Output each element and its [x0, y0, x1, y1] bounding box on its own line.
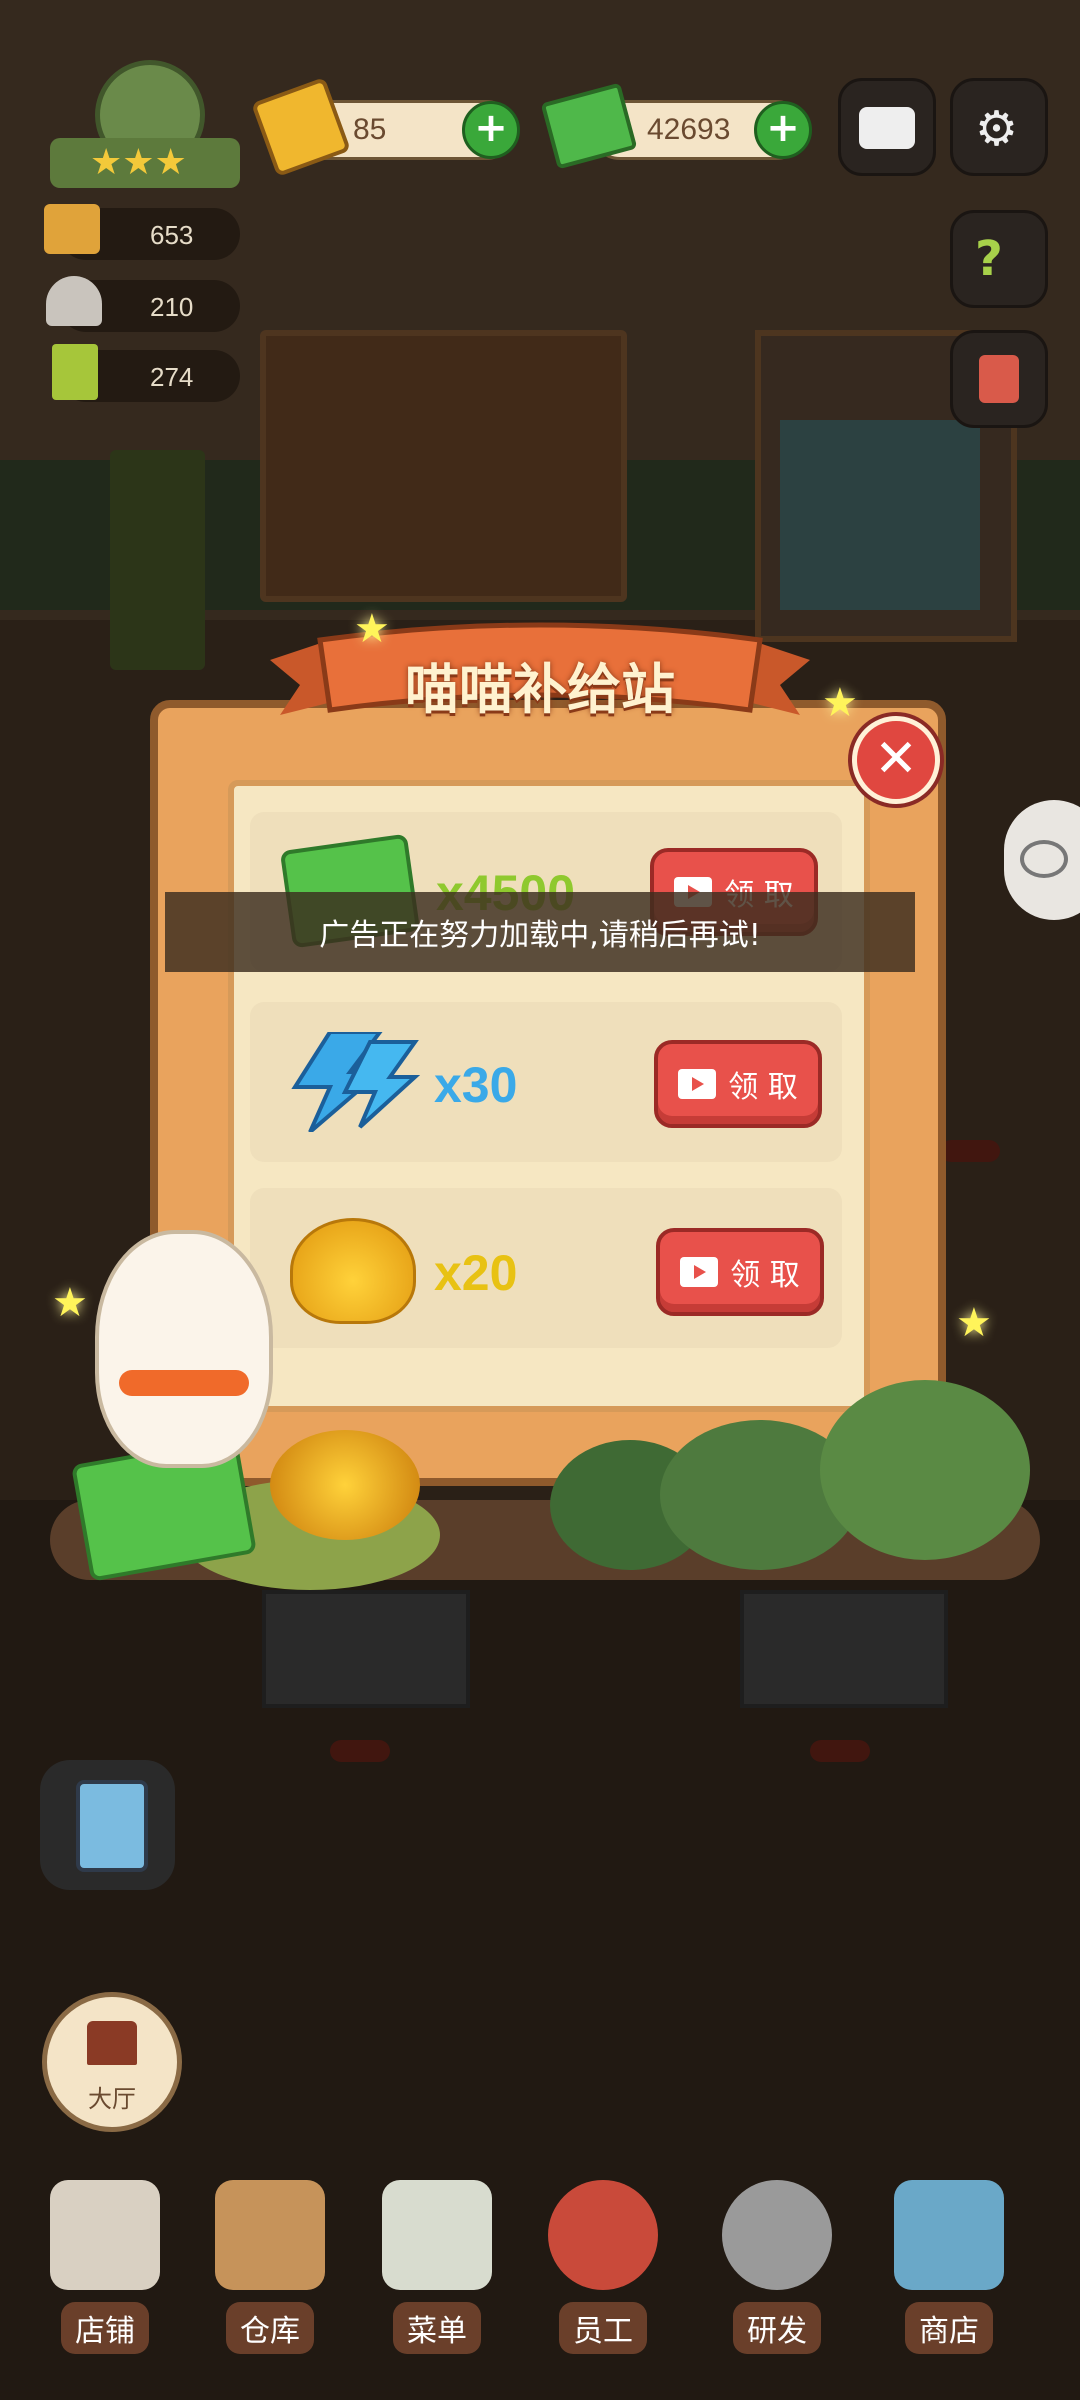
ad-loading-toast: 广告正在努力加载中,请稍后再试! — [165, 892, 915, 972]
gem-count: 85 — [353, 113, 387, 146]
chat-icon — [1020, 840, 1068, 878]
notice-icon — [979, 355, 1019, 403]
wok-research-icon — [722, 2180, 832, 2290]
nav-research[interactable]: 研发 — [712, 2180, 842, 2380]
stat-service-value: 210 — [150, 292, 194, 322]
cash-count: 42693 — [647, 113, 731, 146]
lightning-icon — [291, 1032, 420, 1132]
help-book-button[interactable]: ? — [950, 210, 1048, 308]
menu-clipboard-icon — [382, 2180, 492, 2290]
hall-button[interactable]: 大厅 — [42, 1992, 182, 2132]
claim-gold-button[interactable]: 领 取 — [656, 1228, 824, 1316]
hall-icon — [87, 2021, 137, 2065]
claim-label: 领 取 — [728, 1070, 798, 1105]
stat-dishes-value: 653 — [150, 220, 194, 250]
video-ad-icon — [678, 1069, 717, 1099]
reward-amount: x20 — [434, 1245, 518, 1301]
book-question-icon: ? — [975, 231, 1003, 287]
nav-staff[interactable]: 员工 — [538, 2180, 668, 2380]
reward-row-energy: x30 领 取 — [250, 1002, 842, 1162]
gold-pile-icon — [290, 1218, 416, 1324]
nav-menu[interactable]: 菜单 — [372, 2180, 502, 2380]
sparkle-icon: ★ — [956, 1300, 992, 1346]
reward-row-gold: x20 领 取 — [250, 1188, 842, 1348]
notice-button[interactable] — [950, 330, 1048, 428]
store-front-icon — [894, 2180, 1004, 2290]
sparkle-icon: ★ — [822, 680, 858, 726]
claim-label: 领 取 — [730, 1258, 800, 1293]
service-bell-icon — [46, 276, 102, 326]
rating-stars: ★★★ — [90, 142, 187, 183]
clipboard-check-icon — [76, 1780, 148, 1872]
chat-bubble-button[interactable] — [1004, 800, 1080, 920]
claim-energy-button[interactable]: 领 取 — [654, 1040, 822, 1128]
nav-label: 菜单 — [393, 2302, 481, 2354]
sparkle-icon: ★ — [354, 606, 390, 652]
gold-bag-decoration — [270, 1430, 420, 1540]
tasks-button[interactable] — [40, 1760, 175, 1890]
bush — [820, 1380, 1030, 1560]
video-ad-icon — [680, 1257, 719, 1287]
hall-label: 大厅 — [88, 2085, 136, 2113]
nav-label: 员工 — [559, 2302, 647, 2354]
camera-icon — [859, 107, 915, 149]
nav-label: 研发 — [733, 2302, 821, 2354]
stat-bill-value: 274 — [150, 362, 194, 392]
nav-shop[interactable]: 店铺 — [40, 2180, 170, 2380]
sparkle-icon: ★ — [52, 1280, 88, 1326]
staff-chef-icon — [548, 2180, 658, 2290]
warehouse-box-icon — [215, 2180, 325, 2290]
close-button[interactable]: ✕ — [852, 716, 940, 804]
nav-warehouse[interactable]: 仓库 — [205, 2180, 335, 2380]
nav-store[interactable]: 商店 — [884, 2180, 1014, 2380]
shop-building-icon — [50, 2180, 160, 2290]
reward-amount: x30 — [434, 1057, 518, 1113]
lucky-cat-icon — [95, 1230, 273, 1468]
bottom-nav: 店铺 仓库 菜单 员工 研发 商店 — [0, 2160, 1080, 2400]
add-gems-button[interactable]: + — [462, 101, 520, 159]
nav-label: 店铺 — [61, 2302, 149, 2354]
nav-label: 仓库 — [226, 2302, 314, 2354]
gear-icon: ⚙ — [975, 101, 1019, 157]
bill-icon — [52, 344, 98, 400]
settings-button[interactable]: ⚙ — [950, 78, 1048, 176]
add-cash-button[interactable]: + — [754, 101, 812, 159]
popup-title: 喵喵补给站 — [405, 658, 675, 721]
restaurant-level-badge[interactable]: ★★★ — [50, 60, 240, 190]
nav-label: 商店 — [905, 2302, 993, 2354]
camera-button[interactable] — [838, 78, 936, 176]
dishes-icon — [44, 204, 100, 254]
